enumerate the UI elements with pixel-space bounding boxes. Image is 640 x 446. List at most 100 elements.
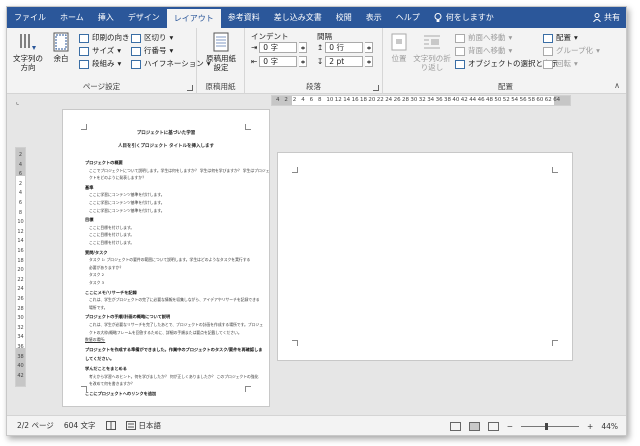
indent-left-icon: ⇥ <box>251 43 258 52</box>
status-bar: 2/2 ページ 604 文字 日本語 − + 44% <box>7 415 626 435</box>
ruler-tick: 56 <box>519 97 527 103</box>
vruler-tick: 16 <box>17 248 24 254</box>
tab-mailings[interactable]: 差し込み文書 <box>267 7 329 28</box>
size-button[interactable]: サイズ ▾ <box>79 46 121 56</box>
text-direction-button[interactable]: 文字列の方向 <box>11 32 45 72</box>
tab-file[interactable]: ファイル <box>7 7 53 28</box>
bring-forward-button[interactable]: 前面へ移動 ▾ <box>455 33 512 43</box>
tab-design[interactable]: デザイン <box>121 7 167 28</box>
page-count[interactable]: 2/2 ページ <box>17 420 54 431</box>
zoom-out-button[interactable]: − <box>507 422 513 431</box>
book-check-icon <box>105 421 116 430</box>
crop-mark <box>552 340 558 346</box>
genko-settings-button[interactable]: 原稿用紙設定 <box>205 32 237 72</box>
spacing-after-field[interactable]: ↧ 2 pt <box>317 56 374 67</box>
spacing-after-spinner[interactable] <box>365 56 374 67</box>
tab-selector-icon[interactable]: ⌞ <box>16 98 19 106</box>
margins-button[interactable]: 余白 <box>49 32 73 63</box>
vruler-tick: 32 <box>17 324 24 331</box>
spacing-before-field[interactable]: ↥ 0 行 <box>317 42 374 53</box>
paragraph-launcher[interactable] <box>373 85 379 91</box>
ruler-tick: 18 <box>360 97 367 103</box>
indent-left-value[interactable]: 0 字 <box>259 42 298 53</box>
lightbulb-icon <box>434 12 442 22</box>
tab-insert[interactable]: 挿入 <box>91 7 121 28</box>
document-heading: 基準 <box>85 184 94 190</box>
line-numbers-button[interactable]: 行番号 ▾ <box>131 46 173 56</box>
document-page-2[interactable] <box>277 152 573 361</box>
indent-left-field[interactable]: ⇥ 0 字 <box>251 42 308 53</box>
tab-layout[interactable]: レイアウト <box>166 9 221 28</box>
send-backward-button[interactable]: 背面へ移動 ▾ <box>455 46 512 56</box>
hyphenation-icon <box>131 59 141 69</box>
ruler-tick: 60 <box>536 97 544 103</box>
indent-right-value[interactable]: 0 字 <box>259 56 298 67</box>
page-setup-launcher[interactable] <box>187 85 193 91</box>
document-heading: してください。 <box>85 356 115 362</box>
tab-review[interactable]: 校閲 <box>329 7 359 28</box>
wrap-text-button[interactable]: 文字列の折り返し <box>413 32 451 72</box>
vruler-tick: 8 <box>18 209 23 216</box>
document-heading: 質問/タスク <box>85 249 108 255</box>
tab-references[interactable]: 参考資料 <box>221 7 267 28</box>
ruler-tick: 4 <box>301 97 305 103</box>
zoom-level[interactable]: 44% <box>601 422 618 431</box>
tab-help[interactable]: ヘルプ <box>389 7 427 28</box>
read-mode-button[interactable] <box>449 421 461 431</box>
orientation-button[interactable]: 印刷の向き▾ <box>79 33 136 43</box>
language-indicator[interactable]: 日本語 <box>125 420 161 431</box>
chevron-down-icon: ▾ <box>574 33 578 42</box>
document-heading: ここにプロジェクトへのリンクを追加 <box>85 390 157 396</box>
margins-label: 余白 <box>53 54 69 63</box>
horizontal-ruler[interactable]: 4 2 2 4 6 8 10 12 14 16 18 20 22 24 26 28 30 32 34 36 38 40 42… <box>271 95 571 106</box>
ruler-tick: 48 <box>486 97 493 103</box>
document-page-1[interactable]: プロジェクトに基づいた学習 人目を引くプロジェクト タイトルを挿入します プロジ… <box>62 109 270 407</box>
genko-settings-label: 原稿用紙設定 <box>206 54 236 72</box>
document-text-line: これは、学生が必要なリサーチを完了したあとで、プロジェクトの計画を作成する場所で… <box>89 322 264 327</box>
indent-right-field[interactable]: ⇤ 0 字 <box>251 56 308 67</box>
chevron-down-icon: ▾ <box>574 59 578 68</box>
vertical-ruler[interactable]: 2 4 6 2 4 6 8 10 12 14 16 18 20 22 24 26 28 30 32 34 36 38 40 4… <box>15 147 26 387</box>
position-button[interactable]: 位置 <box>387 32 411 63</box>
document-subtitle: 人目を引くプロジェクト タイトルを挿入します <box>117 144 215 149</box>
align-button[interactable]: 配置 ▾ <box>543 33 578 43</box>
indent-left-spinner[interactable] <box>299 42 308 53</box>
document-heading: プロジェクトの概要 <box>85 160 123 165</box>
rotate-button[interactable]: 回転 ▾ <box>543 59 578 69</box>
ruler-tick: 30 <box>410 97 418 103</box>
print-layout-button[interactable] <box>468 421 480 431</box>
vruler-tick: 26 <box>17 296 24 302</box>
spacing-before-value[interactable]: 0 行 <box>325 42 364 53</box>
share-button[interactable]: 共有 <box>593 7 620 28</box>
person-icon <box>593 13 601 22</box>
zoom-slider[interactable] <box>521 422 580 430</box>
breaks-button[interactable]: 区切り ▾ <box>131 33 173 43</box>
zoom-in-button[interactable]: + <box>587 422 593 431</box>
vruler-tick: 20 <box>17 267 24 274</box>
vruler-tick: 30 <box>17 315 24 322</box>
vruler-tick: 42 <box>17 372 24 379</box>
tell-me-box[interactable]: 何をしますか <box>427 7 501 28</box>
columns-button[interactable]: 段組み ▾ <box>79 59 121 69</box>
vruler-tick: 24 <box>17 286 24 293</box>
tab-home[interactable]: ホーム <box>53 7 91 28</box>
web-layout-button[interactable] <box>487 421 499 431</box>
spacing-before-spinner[interactable] <box>365 42 374 53</box>
ruler-tick: 58 <box>528 97 535 103</box>
collapse-ribbon-icon[interactable]: ∧ <box>614 81 620 90</box>
proofing-indicator[interactable] <box>105 421 116 430</box>
bring-forward-icon <box>455 33 465 43</box>
vruler-tick: 10 <box>17 219 24 226</box>
group-objects-button[interactable]: グループ化 ▾ <box>543 46 600 56</box>
spacing-after-value[interactable]: 2 pt <box>325 56 364 67</box>
word-count[interactable]: 604 文字 <box>64 420 96 431</box>
document-text-line: クトをどのように発表しますか？ <box>89 175 146 181</box>
document-text-line: ここに学習にコンテンツ基準を付けします。 <box>89 200 165 205</box>
document-heading: プロジェクトを作成する準備ができました。作業中のプロジェクトのタスク/要件を再確… <box>85 346 263 352</box>
zoom-slider-thumb[interactable] <box>545 422 549 430</box>
indent-right-spinner[interactable] <box>299 56 308 67</box>
document-text-line: ここに学習にコンテンツ基準を付けします。 <box>89 192 165 198</box>
vruler-tick: 34 <box>17 334 24 341</box>
crop-mark <box>292 167 298 173</box>
tab-view[interactable]: 表示 <box>359 7 389 28</box>
